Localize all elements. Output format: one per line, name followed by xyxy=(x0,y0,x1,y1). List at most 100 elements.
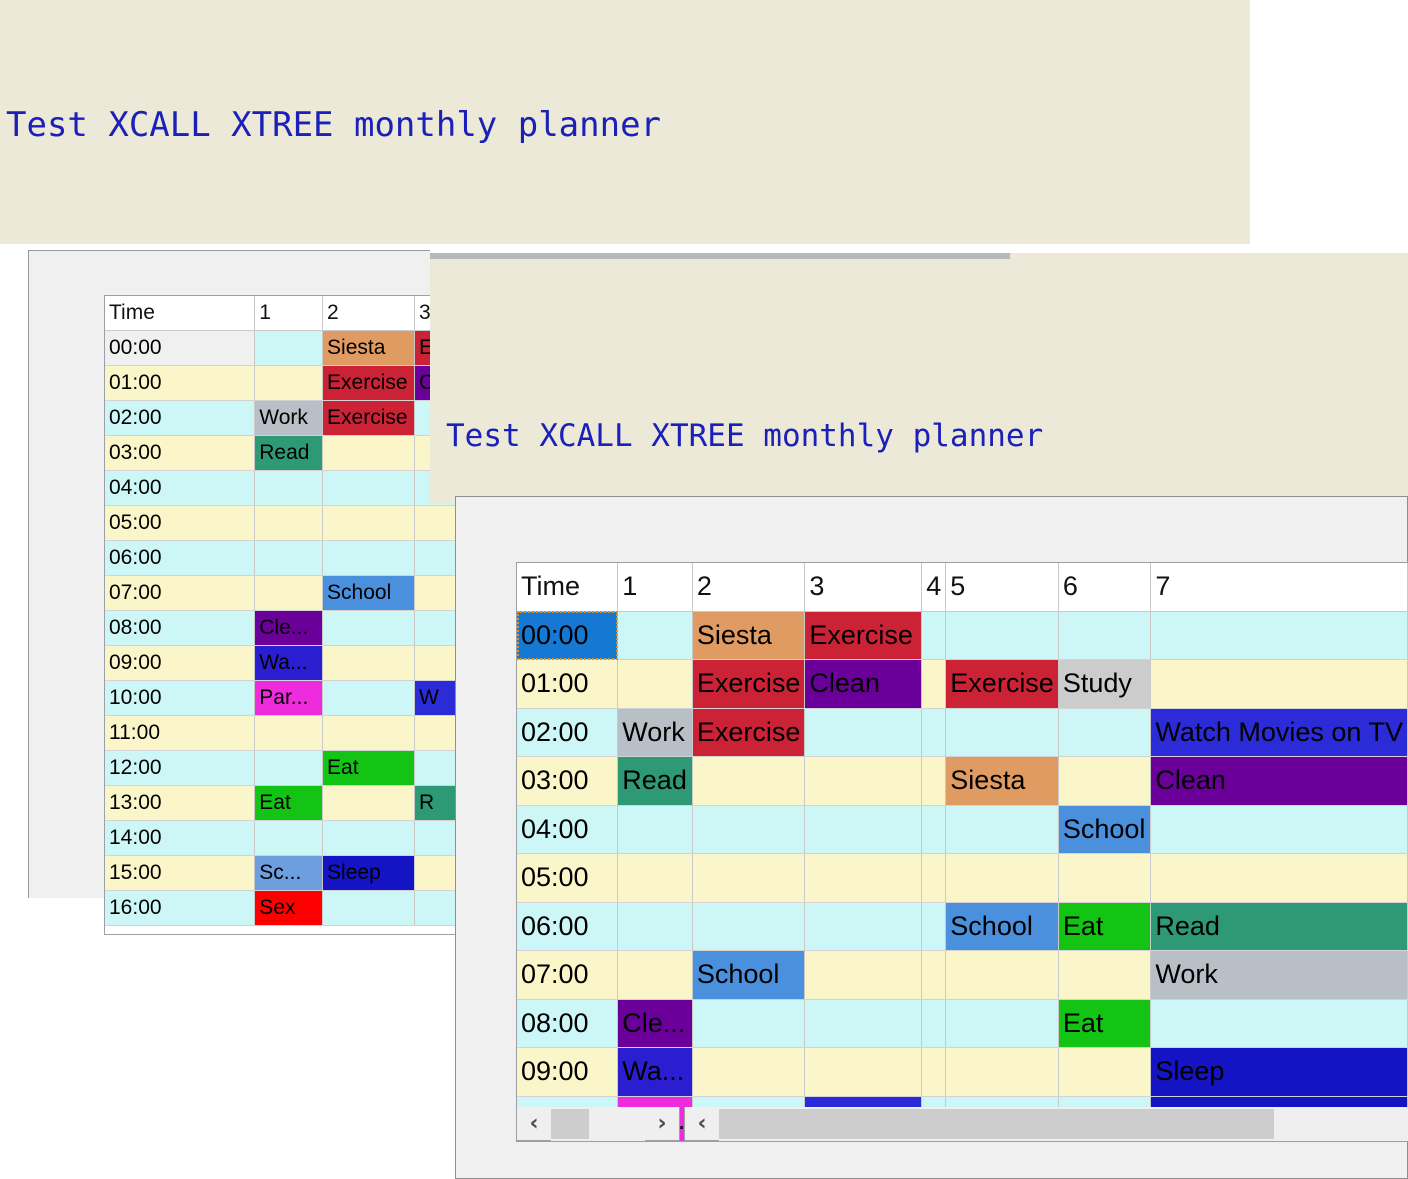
empty-cell[interactable] xyxy=(1058,756,1152,806)
column-header-time[interactable]: Time xyxy=(517,563,619,612)
empty-cell[interactable] xyxy=(322,470,415,506)
activity-cell[interactable]: Siesta xyxy=(322,330,415,366)
table-row[interactable]: 09:00 Wa... Sleep xyxy=(517,1047,1408,1097)
time-cell[interactable]: 06:00 xyxy=(105,540,256,576)
activity-cell[interactable]: School xyxy=(1058,805,1152,854)
empty-cell[interactable] xyxy=(945,950,1059,1000)
activity-cell[interactable]: Sleep xyxy=(322,855,415,891)
activity-cell[interactable]: School xyxy=(692,950,806,1000)
time-cell[interactable]: 10:00 xyxy=(105,680,256,716)
activity-cell[interactable]: Exercise xyxy=(945,659,1059,709)
empty-cell[interactable] xyxy=(322,890,415,926)
time-cell[interactable]: 08:00 xyxy=(105,610,256,646)
activity-cell[interactable]: Sc... xyxy=(254,855,324,891)
empty-cell[interactable] xyxy=(322,435,415,471)
activity-cell[interactable]: School xyxy=(322,575,415,611)
empty-cell[interactable] xyxy=(945,708,1059,757)
time-cell[interactable]: 16:00 xyxy=(105,890,256,926)
empty-cell[interactable] xyxy=(921,611,947,660)
empty-cell[interactable] xyxy=(921,708,947,757)
time-cell[interactable]: 03:00 xyxy=(517,756,619,806)
empty-cell[interactable] xyxy=(945,1047,1059,1097)
empty-cell[interactable] xyxy=(945,611,1059,660)
activity-cell[interactable]: Eat xyxy=(322,750,415,786)
empty-cell[interactable] xyxy=(921,805,947,854)
empty-cell[interactable] xyxy=(1150,805,1408,854)
empty-cell[interactable] xyxy=(692,853,806,903)
empty-cell[interactable] xyxy=(921,659,947,709)
table-row[interactable]: 08:00 Cle... Eat xyxy=(517,999,1408,1048)
empty-cell[interactable] xyxy=(254,820,324,856)
table-row[interactable]: 00:00 Siesta Exercise xyxy=(517,611,1408,660)
planner-window-foreground[interactable]: Time 1 2 3 4 5 6 7 00:00 Siesta Exercise 01:00 Exerc… xyxy=(455,496,1408,1179)
time-cell[interactable]: 05:00 xyxy=(105,505,256,541)
column-header-day-4[interactable]: 4 xyxy=(921,563,947,612)
scroll-track[interactable] xyxy=(551,1106,645,1141)
activity-cell[interactable]: Wa... xyxy=(617,1047,693,1097)
activity-cell[interactable]: Siesta xyxy=(692,611,806,660)
activity-cell[interactable]: Siesta xyxy=(945,756,1059,806)
empty-cell[interactable] xyxy=(1150,659,1408,709)
empty-cell[interactable] xyxy=(692,902,806,951)
empty-cell[interactable] xyxy=(945,999,1059,1048)
empty-cell[interactable] xyxy=(804,902,923,951)
scroll-thumb[interactable] xyxy=(551,1108,589,1139)
column-header-day-5[interactable]: 5 xyxy=(945,563,1059,612)
empty-cell[interactable] xyxy=(617,805,693,854)
activity-cell[interactable]: Sex xyxy=(254,890,324,926)
empty-cell[interactable] xyxy=(617,902,693,951)
time-cell[interactable]: 03:00 xyxy=(105,435,256,471)
table-row[interactable]: 06:00 School Eat Read xyxy=(517,902,1408,951)
empty-cell[interactable] xyxy=(1150,611,1408,660)
empty-cell[interactable] xyxy=(804,950,923,1000)
empty-cell[interactable] xyxy=(921,853,947,903)
empty-cell[interactable] xyxy=(692,1047,806,1097)
time-cell[interactable]: 15:00 xyxy=(105,855,256,891)
empty-cell[interactable] xyxy=(322,680,415,716)
empty-cell[interactable] xyxy=(692,999,806,1048)
empty-cell[interactable] xyxy=(945,853,1059,903)
table-row[interactable]: 02:00 Work Exercise Watch Movies on TV xyxy=(517,708,1408,757)
empty-cell[interactable] xyxy=(254,715,324,751)
days-hscrollbar[interactable]: ‹ xyxy=(684,1106,1408,1141)
empty-cell[interactable] xyxy=(1058,950,1152,1000)
column-header-day-3[interactable]: 3 xyxy=(804,563,923,612)
empty-cell[interactable] xyxy=(804,853,923,903)
column-header-day-2[interactable]: 2 xyxy=(322,296,415,331)
time-cell[interactable]: 09:00 xyxy=(517,1047,619,1097)
activity-cell[interactable]: Exercise xyxy=(322,400,415,436)
time-cell[interactable]: 07:00 xyxy=(105,575,256,611)
column-header-day-7[interactable]: 7 xyxy=(1150,563,1408,612)
activity-cell[interactable]: Work xyxy=(617,708,693,757)
empty-cell[interactable] xyxy=(254,575,324,611)
empty-cell[interactable] xyxy=(1150,853,1408,903)
scroll-track[interactable] xyxy=(719,1106,1408,1141)
table-row[interactable]: 07:00 School Work xyxy=(517,950,1408,1000)
empty-cell[interactable] xyxy=(322,785,415,821)
empty-cell[interactable] xyxy=(921,999,947,1048)
time-cell[interactable]: 07:00 xyxy=(517,950,619,1000)
time-cell[interactable]: 08:00 xyxy=(517,999,619,1048)
empty-cell[interactable] xyxy=(692,756,806,806)
table-row[interactable]: 03:00 Read Siesta Clean xyxy=(517,756,1408,806)
empty-cell[interactable] xyxy=(921,950,947,1000)
time-cell[interactable]: 00:00 xyxy=(105,330,256,366)
empty-cell[interactable] xyxy=(1058,853,1152,903)
empty-cell[interactable] xyxy=(322,505,415,541)
table-row[interactable]: 05:00 xyxy=(517,853,1408,903)
time-cell[interactable]: 06:00 xyxy=(517,902,619,951)
empty-cell[interactable] xyxy=(804,708,923,757)
empty-cell[interactable] xyxy=(322,645,415,681)
activity-cell[interactable]: Cle... xyxy=(617,999,693,1048)
time-cell[interactable]: 01:00 xyxy=(517,659,619,709)
time-cell[interactable]: 04:00 xyxy=(517,805,619,854)
empty-cell[interactable] xyxy=(921,1047,947,1097)
empty-cell[interactable] xyxy=(254,540,324,576)
activity-cell[interactable]: Work xyxy=(1150,950,1408,1000)
table-row[interactable]: 04:00 School xyxy=(517,805,1408,854)
scroll-thumb[interactable] xyxy=(719,1108,1274,1139)
empty-cell[interactable] xyxy=(322,540,415,576)
empty-cell[interactable] xyxy=(617,611,693,660)
activity-cell[interactable]: Wa... xyxy=(254,645,324,681)
empty-cell[interactable] xyxy=(804,805,923,854)
